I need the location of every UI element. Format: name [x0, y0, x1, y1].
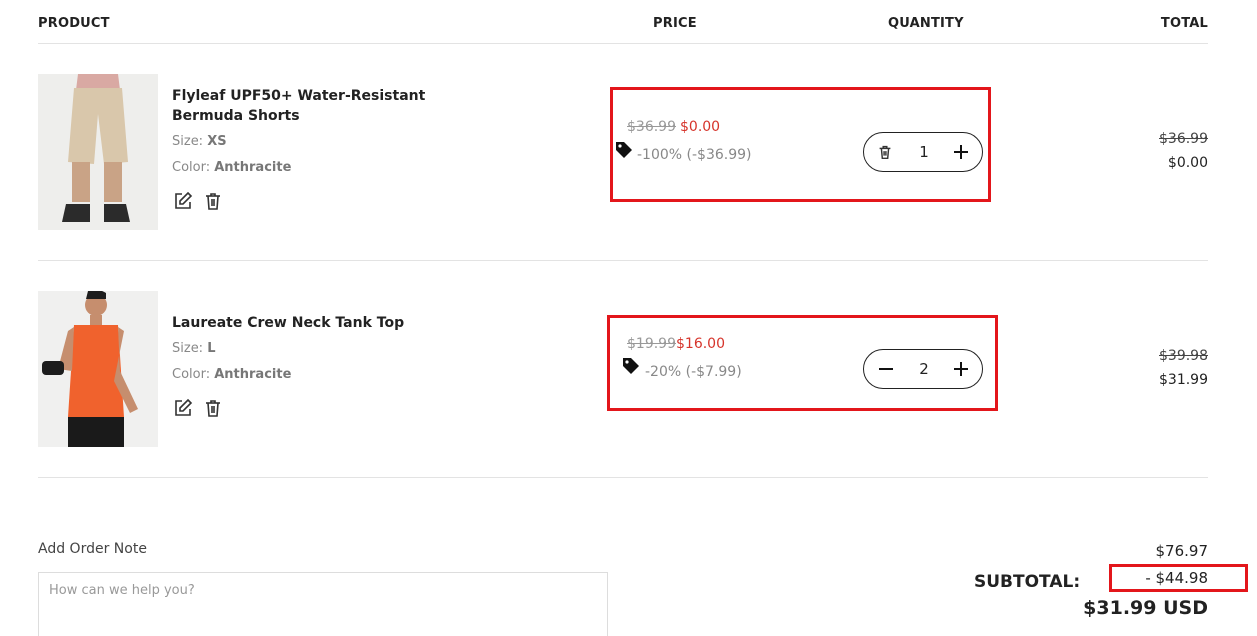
- edit-icon[interactable]: [173, 191, 193, 211]
- header-total: TOTAL: [1160, 16, 1208, 31]
- product-color: Color: Anthracite: [172, 160, 291, 175]
- header-price: PRICE: [653, 16, 697, 31]
- color-value: Anthracite: [214, 367, 292, 382]
- header-product: PRODUCT: [38, 16, 110, 31]
- total-original: $39.98: [1159, 348, 1208, 364]
- size-value: XS: [207, 134, 227, 149]
- product-size: Size: L: [172, 341, 216, 356]
- tank-top-product-photo[interactable]: [38, 291, 158, 447]
- size-label: Size:: [172, 341, 204, 356]
- trash-icon[interactable]: [203, 398, 223, 418]
- product-name[interactable]: Flyleaf UPF50+ Water-Resistant Bermuda S…: [172, 86, 482, 126]
- size-label: Size:: [172, 134, 204, 149]
- highlight-box: [607, 315, 998, 411]
- highlight-box: [1109, 564, 1248, 592]
- total-sale: $0.00: [1167, 155, 1208, 171]
- header-quantity: QUANTITY: [888, 16, 964, 31]
- raw-total: $76.97: [1155, 542, 1209, 560]
- order-note-label: Add Order Note: [38, 541, 147, 557]
- color-label: Color:: [172, 367, 211, 382]
- total-sale: $31.99: [1159, 372, 1208, 388]
- shorts-product-photo[interactable]: [38, 74, 158, 230]
- product-color: Color: Anthracite: [172, 367, 291, 382]
- order-note-field[interactable]: [38, 572, 608, 636]
- color-value: Anthracite: [214, 160, 292, 175]
- row-divider: [38, 260, 1208, 261]
- row-divider: [38, 477, 1208, 478]
- product-name[interactable]: Laureate Crew Neck Tank Top: [172, 313, 482, 333]
- edit-icon[interactable]: [173, 398, 193, 418]
- highlight-box: [610, 87, 991, 202]
- total-original: $36.99: [1159, 131, 1208, 147]
- size-value: L: [207, 341, 216, 356]
- trash-icon[interactable]: [203, 191, 223, 211]
- final-total: $31.99 USD: [1083, 597, 1208, 619]
- product-size: Size: XS: [172, 134, 227, 149]
- subtotal-label: SUBTOTAL:: [974, 572, 1081, 592]
- color-label: Color:: [172, 160, 211, 175]
- header-divider: [38, 43, 1208, 44]
